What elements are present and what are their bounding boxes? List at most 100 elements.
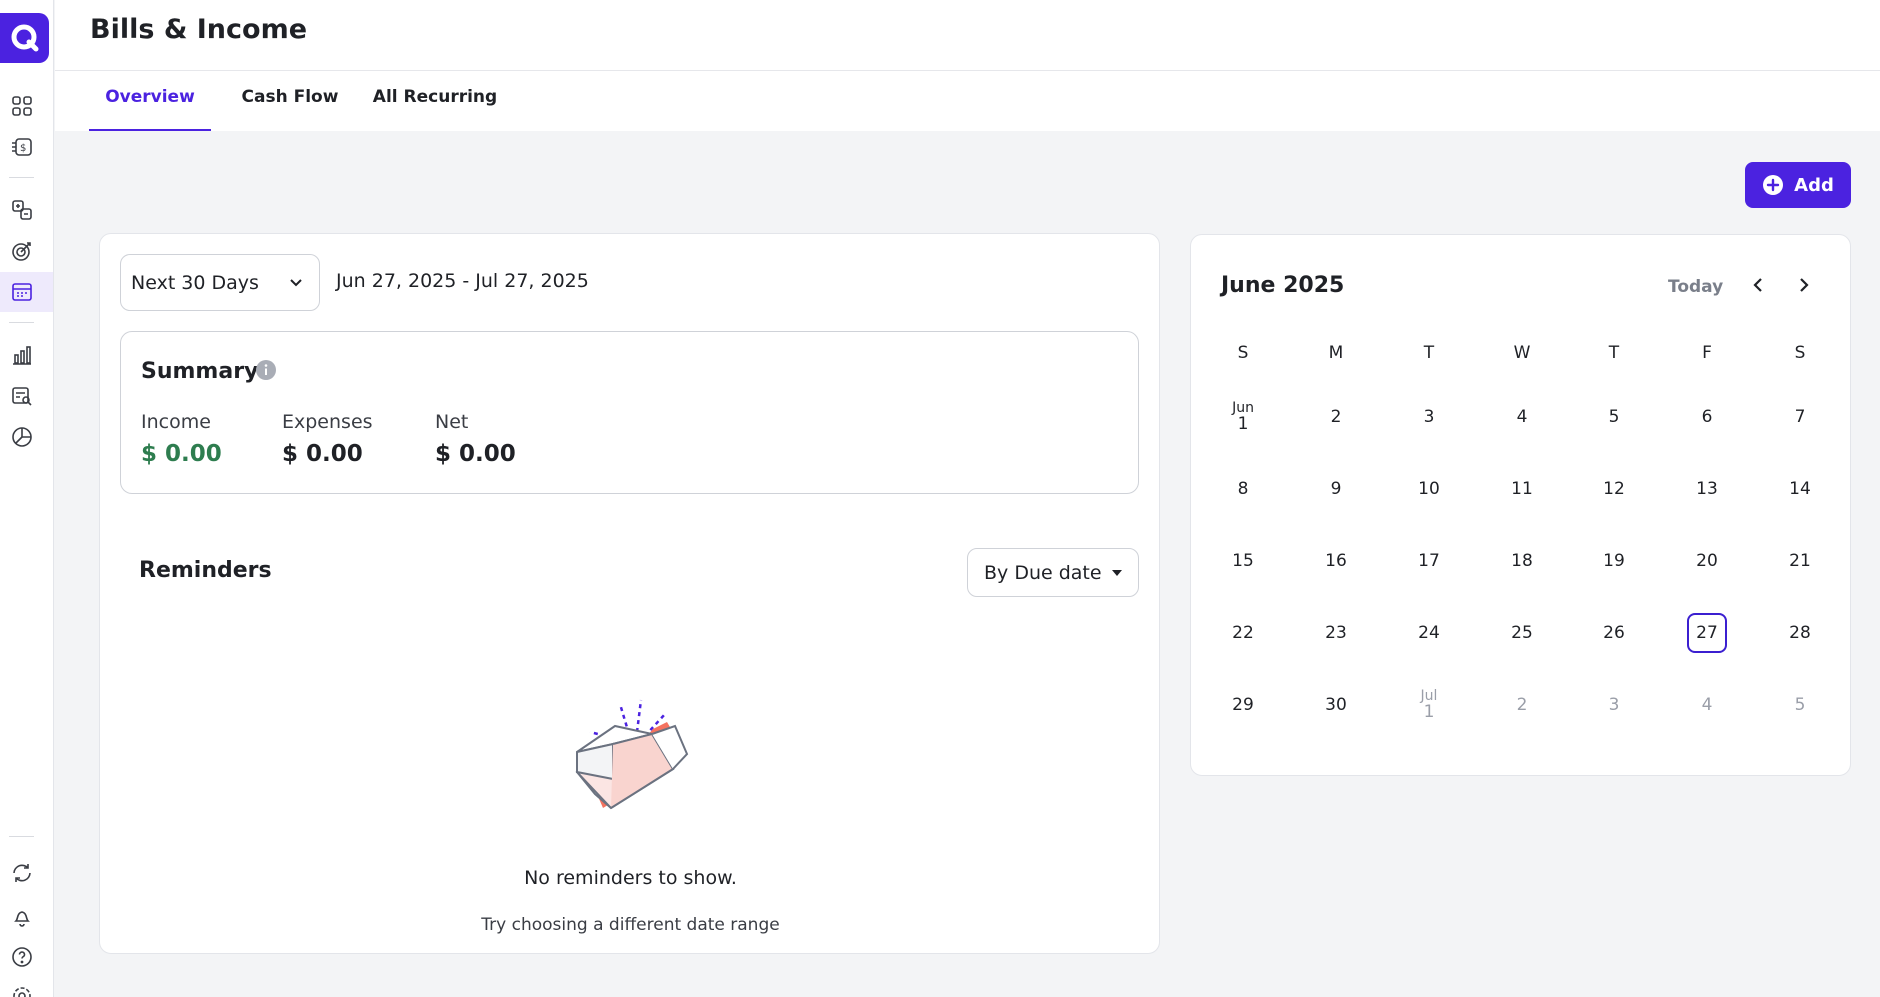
date-range-text: Jun 27, 2025 - Jul 27, 2025 xyxy=(336,270,589,292)
dashboard-icon[interactable] xyxy=(9,93,35,119)
expenses-label: Expenses xyxy=(282,411,373,433)
investments-icon[interactable] xyxy=(9,383,35,409)
calendar-day[interactable]: 4 xyxy=(1677,683,1737,727)
calendar-day-number: 29 xyxy=(1232,695,1254,715)
page-header: Bills & Income xyxy=(55,0,1880,71)
income-label: Income xyxy=(141,411,211,433)
calendar-day[interactable]: 20 xyxy=(1677,539,1737,583)
calendar-day[interactable]: 22 xyxy=(1213,611,1273,655)
expenses-value: $ 0.00 xyxy=(282,441,363,467)
calendar-day[interactable]: 12 xyxy=(1584,467,1644,511)
empty-state-title: No reminders to show. xyxy=(524,867,737,889)
transactions-icon[interactable]: $ xyxy=(9,134,35,160)
calendar-day-number: 15 xyxy=(1232,551,1254,571)
calendar-panel: June 2025 Today S M T W T F S Jun 1 2 3 4 5 6 7 8 9 10 11 1… xyxy=(1190,234,1851,776)
date-range-selected: Next 30 Days xyxy=(131,271,259,294)
calendar-day-number: 27 xyxy=(1687,613,1727,653)
income-summary: Income $ 0.00 xyxy=(141,411,222,467)
info-icon[interactable] xyxy=(256,360,276,380)
notifications-icon[interactable] xyxy=(9,904,35,930)
calendar-day[interactable]: 2 xyxy=(1306,395,1366,439)
settings-icon[interactable] xyxy=(9,984,35,997)
calendar-day[interactable]: 3 xyxy=(1399,395,1459,439)
calendar-day[interactable]: 19 xyxy=(1584,539,1644,583)
calendar-day[interactable]: 23 xyxy=(1306,611,1366,655)
calendar-day[interactable]: 5 xyxy=(1584,395,1644,439)
app-logo[interactable] xyxy=(0,13,49,63)
goals-icon[interactable] xyxy=(9,238,35,264)
budgets-icon[interactable] xyxy=(9,424,35,450)
calendar-day[interactable]: 4 xyxy=(1492,395,1552,439)
calendar-day[interactable]: 25 xyxy=(1492,611,1552,655)
calendar-day[interactable]: 7 xyxy=(1770,395,1830,439)
sidebar-divider xyxy=(9,177,34,178)
plus-circle-icon xyxy=(1763,175,1784,195)
calendar-day-number: 7 xyxy=(1794,407,1806,427)
calendar-day[interactable]: 15 xyxy=(1213,539,1273,583)
calendar-day-number: 21 xyxy=(1789,551,1811,571)
calendar-day-number: 12 xyxy=(1603,479,1625,499)
calendar-day[interactable]: 9 xyxy=(1306,467,1366,511)
calendar-day[interactable]: 30 xyxy=(1306,683,1366,727)
calendar-day[interactable]: 21 xyxy=(1770,539,1830,583)
calendar-day-number: 10 xyxy=(1418,479,1440,499)
chevron-down-icon xyxy=(290,279,302,287)
chevron-left-icon[interactable] xyxy=(1749,275,1769,295)
calendar-day-number: 3 xyxy=(1608,695,1620,715)
calendar-day-number: 30 xyxy=(1325,695,1347,715)
weekday-header: T xyxy=(1423,343,1435,363)
calendar-title: June 2025 xyxy=(1221,273,1345,298)
sync-icon[interactable] xyxy=(9,860,35,886)
income-value: $ 0.00 xyxy=(141,441,222,467)
calendar-day[interactable]: 2 xyxy=(1492,683,1552,727)
chevron-right-icon[interactable] xyxy=(1793,275,1813,295)
calendar-day-today[interactable]: 27 xyxy=(1677,611,1737,655)
calendar-day[interactable]: 18 xyxy=(1492,539,1552,583)
calendar-day[interactable]: Jun 1 xyxy=(1213,395,1273,439)
calendar-day-number: 11 xyxy=(1511,479,1533,499)
calendar-day-number: 5 xyxy=(1608,407,1620,427)
add-button[interactable]: Add xyxy=(1745,162,1851,208)
weekday-header: W xyxy=(1513,343,1531,363)
calendar-day[interactable]: 26 xyxy=(1584,611,1644,655)
calendar-day[interactable]: 28 xyxy=(1770,611,1830,655)
tab-all-recurring[interactable]: All Recurring xyxy=(355,87,515,131)
bills-icon[interactable] xyxy=(9,279,35,305)
calendar-day-number: 25 xyxy=(1511,623,1533,643)
calendar-day[interactable]: 13 xyxy=(1677,467,1737,511)
calendar-day[interactable]: 17 xyxy=(1399,539,1459,583)
calendar-day-number: 14 xyxy=(1789,479,1811,499)
calendar-day[interactable]: 3 xyxy=(1584,683,1644,727)
date-range-select[interactable]: Next 30 Days xyxy=(120,254,320,311)
accounts-icon[interactable] xyxy=(9,197,35,223)
summary-card: Summary Income $ 0.00 Expenses $ 0.00 Ne… xyxy=(120,331,1139,494)
add-button-label: Add xyxy=(1794,174,1834,196)
calendar-day-number: 16 xyxy=(1325,551,1347,571)
calendar-day[interactable]: 16 xyxy=(1306,539,1366,583)
calendar-day[interactable]: Jul 1 xyxy=(1399,683,1459,727)
calendar-day[interactable]: 10 xyxy=(1399,467,1459,511)
bills-overview-panel: Next 30 Days Jun 27, 2025 - Jul 27, 2025… xyxy=(99,233,1160,954)
tab-bar: Overview Cash Flow All Recurring xyxy=(55,71,1880,131)
svg-text:$: $ xyxy=(20,143,26,154)
calendar-day-number: 28 xyxy=(1789,623,1811,643)
reports-icon[interactable] xyxy=(9,342,35,368)
calendar-day[interactable]: 6 xyxy=(1677,395,1737,439)
reminders-sort-select[interactable]: By Due date xyxy=(967,548,1139,597)
calendar-day[interactable]: 5 xyxy=(1770,683,1830,727)
calendar-day[interactable]: 24 xyxy=(1399,611,1459,655)
calendar-day-number: 1 xyxy=(1237,414,1249,434)
calendar-day[interactable]: 14 xyxy=(1770,467,1830,511)
calendar-day-number: 2 xyxy=(1516,695,1528,715)
tab-overview[interactable]: Overview xyxy=(89,87,211,131)
calendar-day-number: 6 xyxy=(1701,407,1713,427)
today-button[interactable]: Today xyxy=(1668,277,1723,297)
caret-down-icon xyxy=(1112,570,1122,576)
expenses-summary: Expenses $ 0.00 xyxy=(282,411,373,467)
help-icon[interactable] xyxy=(9,944,35,970)
calendar-day[interactable]: 8 xyxy=(1213,467,1273,511)
tab-cash-flow[interactable]: Cash Flow xyxy=(230,87,350,131)
summary-title: Summary xyxy=(141,359,259,384)
calendar-day[interactable]: 11 xyxy=(1492,467,1552,511)
calendar-day[interactable]: 29 xyxy=(1213,683,1273,727)
